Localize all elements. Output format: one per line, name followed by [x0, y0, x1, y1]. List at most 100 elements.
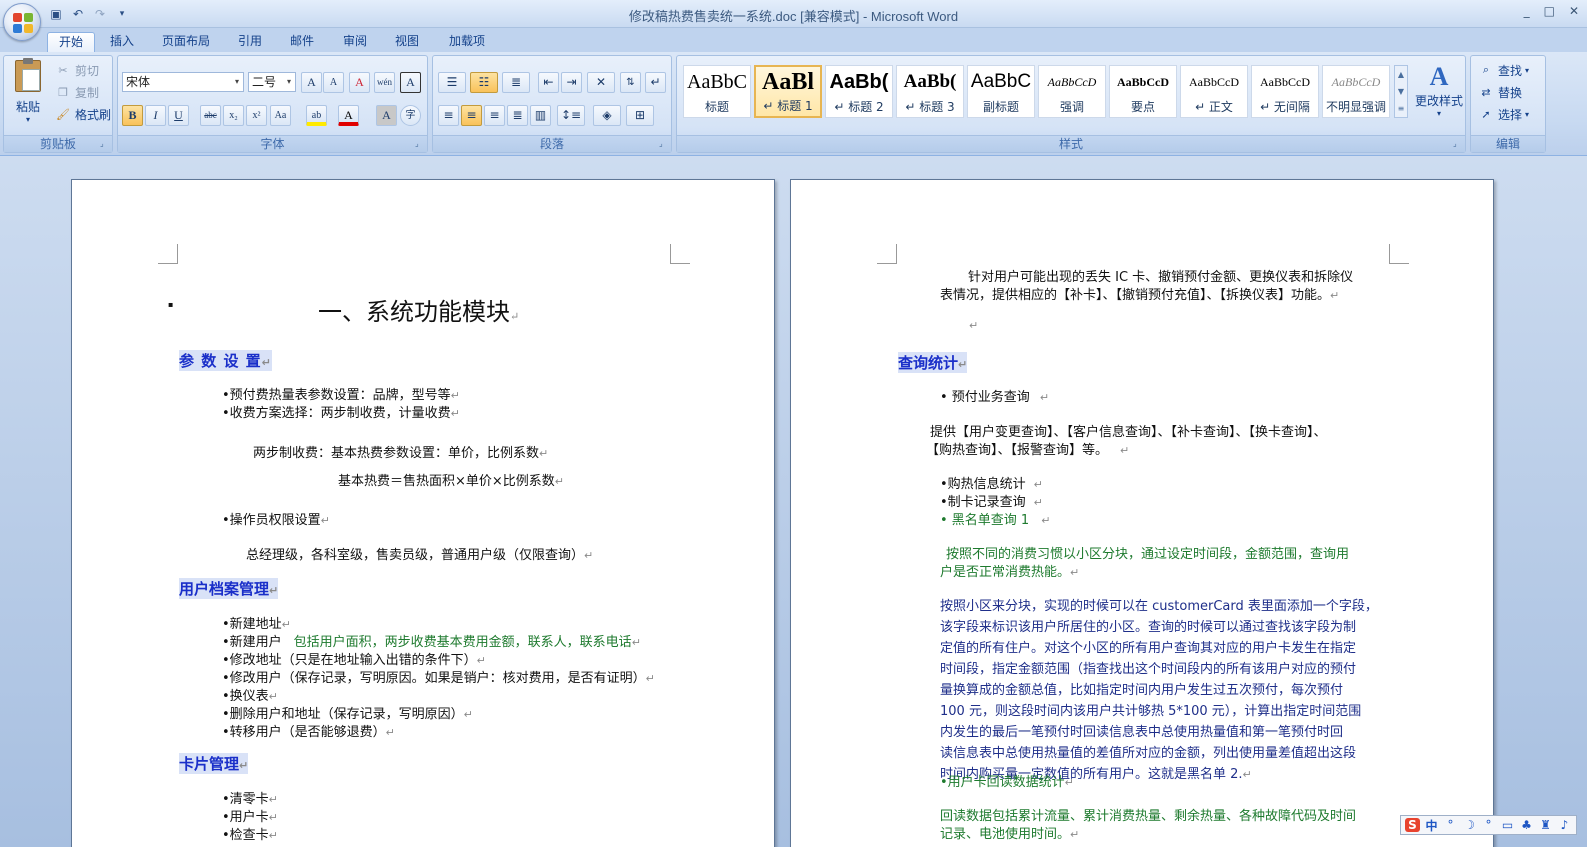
chevron-up-icon[interactable]: ▲: [1395, 66, 1407, 83]
clear-format-button[interactable]: A: [349, 72, 370, 93]
phonetic-guide-button[interactable]: wén: [374, 72, 395, 93]
enclose-chars-button[interactable]: 字: [400, 105, 421, 126]
grow-font-button[interactable]: A: [301, 72, 322, 93]
style-emphasis[interactable]: AaBbCcD 强调: [1038, 65, 1106, 118]
minimize-button[interactable]: _: [1524, 4, 1530, 18]
style-heading-1[interactable]: AaBl ↵ 标题 1: [754, 65, 822, 118]
shrink-font-button[interactable]: A: [323, 72, 344, 93]
section-heading-params[interactable]: 参 数 设 置↵: [179, 350, 272, 371]
paragraph[interactable]: 表情况，提供相应的【补卡】、【撤销预付充值】、【拆换仪表】功能。↵: [940, 284, 1339, 303]
format-painter-button[interactable]: 🖌 格式刷: [54, 104, 111, 124]
list-item[interactable]: •收费方案选择：两步制收费，计量收费↵: [222, 402, 460, 421]
paragraph[interactable]: 回读数据包括累计流量、累计消费热量、剩余热量、各种故障代码及时间: [940, 805, 1356, 824]
list-item[interactable]: •制卡记录查询 ↵: [940, 491, 1043, 510]
tab-page-layout[interactable]: 页面布局: [150, 32, 222, 52]
change-styles-button[interactable]: A 更改样式 ▾: [1411, 62, 1467, 132]
style-subtitle[interactable]: AaBbC 副标题: [967, 65, 1035, 118]
page-2[interactable]: 针对用户可能出现的丢失 IC 卡、撤销预付金额、更换仪表和拆除仪 表情况，提供相…: [790, 179, 1494, 847]
style-subtle-emphasis[interactable]: AaBbCcD 不明显强调: [1322, 65, 1390, 118]
tab-home[interactable]: 开始: [47, 32, 95, 52]
blacklist-description[interactable]: 按照小区来分块，实现的时候可以在 customerCard 表里面添加一个字段，…: [940, 595, 1378, 782]
bullets-button[interactable]: ☰: [438, 72, 466, 93]
list-item[interactable]: •检查卡↵: [222, 824, 278, 843]
distributed-button[interactable]: ▥: [530, 105, 551, 126]
show-marks-button[interactable]: ↵: [645, 72, 666, 93]
list-item[interactable]: •预付费热量表参数设置：品牌，型号等↵: [222, 384, 460, 403]
tab-insert[interactable]: 插入: [100, 32, 144, 52]
list-item[interactable]: •购热信息统计 ↵: [940, 473, 1043, 492]
document-title[interactable]: 一、系统功能模块↵: [318, 292, 519, 327]
char-border-button[interactable]: A: [400, 72, 421, 93]
list-item[interactable]: •用户卡↵: [222, 806, 278, 825]
styles-scroll[interactable]: ▲ ▼ ≡: [1394, 65, 1408, 118]
list-item[interactable]: •新建用户 包括用户面积，两步收费基本费用金额，联系人，联系电话↵: [222, 631, 641, 650]
cut-button[interactable]: ✂ 剪切: [54, 60, 99, 80]
strikethrough-button[interactable]: abc: [200, 105, 221, 126]
increase-indent-button[interactable]: ⇥: [561, 72, 582, 93]
paragraph[interactable]: 【购热查询】、【报警查询】等。 ↵: [926, 439, 1129, 458]
page-1[interactable]: ▪ 一、系统功能模块↵ 参 数 设 置↵ •预付费热量表参数设置：品牌，型号等↵…: [71, 179, 775, 847]
skin-icon[interactable]: ♜: [1538, 818, 1553, 832]
style-heading-3[interactable]: AaBb( ↵ 标题 3: [896, 65, 964, 118]
list-item[interactable]: •修改地址（只是在地址输入出错的条件下）↵: [222, 649, 486, 668]
list-item[interactable]: •修改用户（保存记录，写明原因。如果是销户：核对费用，是否有证明）↵: [222, 667, 655, 686]
sogou-logo-icon[interactable]: S: [1405, 818, 1420, 832]
ime-language-toggle[interactable]: 中: [1424, 817, 1439, 834]
char-shading-button[interactable]: A: [376, 105, 397, 126]
select-button[interactable]: ➚ 选择 ▾: [1477, 104, 1529, 124]
style-strong[interactable]: AaBbCcD 要点: [1109, 65, 1177, 118]
superscript-button[interactable]: x²: [246, 105, 267, 126]
paragraph[interactable]: 总经理级，各科室级，售卖员级，普通用户级（仅限查询）↵: [246, 544, 593, 563]
section-heading-query-stats[interactable]: 查询统计↵: [898, 352, 968, 373]
list-item[interactable]: •删除用户和地址（保存记录，写明原因）↵: [222, 703, 473, 722]
chinese-layout-button[interactable]: ✕: [587, 72, 615, 93]
tab-addins[interactable]: 加载项: [440, 32, 494, 52]
paragraph[interactable]: 两步制收费：基本热费参数设置：单价，比例系数↵: [253, 442, 548, 461]
tab-view[interactable]: 视图: [385, 32, 429, 52]
list-item[interactable]: •新建地址↵: [222, 613, 291, 632]
font-size-combo[interactable]: 二号 ▾: [248, 72, 296, 92]
copy-button[interactable]: ❐ 复制: [54, 82, 99, 102]
list-item[interactable]: •转移用户（是否能够退费）↵: [222, 721, 395, 740]
font-name-combo[interactable]: 宋体 ▾: [122, 72, 244, 92]
moon-icon[interactable]: ☽: [1462, 818, 1477, 832]
numbering-button[interactable]: ☷: [470, 72, 498, 93]
more-icon[interactable]: ≡: [1395, 100, 1407, 117]
paragraph[interactable]: 基本热费＝售热面积×单价×比例系数↵: [338, 470, 564, 489]
paste-button[interactable]: 粘贴 ▾: [8, 58, 48, 132]
close-button[interactable]: ✕: [1569, 4, 1579, 18]
paragraph[interactable]: 针对用户可能出现的丢失 IC 卡、撤销预付金额、更换仪表和拆除仪: [968, 266, 1353, 285]
italic-button[interactable]: I: [145, 105, 166, 126]
sort-button[interactable]: ⇅: [620, 72, 641, 93]
borders-button[interactable]: ⊞: [626, 105, 654, 126]
align-right-button[interactable]: ≡: [484, 105, 505, 126]
user-icon[interactable]: ♣: [1519, 818, 1534, 832]
dialog-launcher-icon[interactable]: ⌟: [1453, 140, 1462, 149]
style-heading-2[interactable]: AaBb( ↵ 标题 2: [825, 65, 893, 118]
ime-toolbar[interactable]: S 中 ° ☽ ° ▭ ♣ ♜ ♪: [1400, 815, 1577, 835]
paragraph[interactable]: 提供【用户变更查询】、【客户信息查询】、【补卡查询】、【换卡查询】、: [930, 421, 1327, 440]
dialog-launcher-icon[interactable]: ⌟: [659, 140, 668, 149]
list-item[interactable]: •操作员权限设置↵: [222, 509, 330, 528]
style-no-spacing[interactable]: AaBbCcD ↵ 无间隔: [1251, 65, 1319, 118]
replace-button[interactable]: ⇄ 替换: [1477, 82, 1522, 102]
decrease-indent-button[interactable]: ⇤: [538, 72, 559, 93]
degree-icon[interactable]: °: [1481, 818, 1496, 832]
tools-icon[interactable]: ♪: [1557, 818, 1572, 832]
style-title[interactable]: AaBbC 标题: [683, 65, 751, 118]
underline-button[interactable]: U: [168, 105, 189, 126]
font-color-button[interactable]: A: [338, 105, 359, 126]
highlight-button[interactable]: ab: [306, 105, 327, 126]
justify-button[interactable]: ≣: [507, 105, 528, 126]
align-center-button[interactable]: ≡: [461, 105, 482, 126]
dialog-launcher-icon[interactable]: ⌟: [415, 140, 424, 149]
maximize-button[interactable]: □: [1544, 4, 1555, 18]
list-item[interactable]: •用户卡回读数据统计↵: [940, 771, 1074, 790]
list-item[interactable]: •清零卡↵: [222, 788, 278, 807]
change-case-button[interactable]: Aa: [270, 105, 291, 126]
punctuation-icon[interactable]: °: [1443, 818, 1458, 832]
paragraph[interactable]: 记录、电池使用时间。↵: [940, 823, 1079, 842]
list-item[interactable]: •换仪表↵: [222, 685, 278, 704]
keyboard-icon[interactable]: ▭: [1500, 818, 1515, 832]
paragraph[interactable]: 按照不同的消费习惯以小区分块，通过设定时间段，金额范围，查询用: [946, 543, 1349, 562]
